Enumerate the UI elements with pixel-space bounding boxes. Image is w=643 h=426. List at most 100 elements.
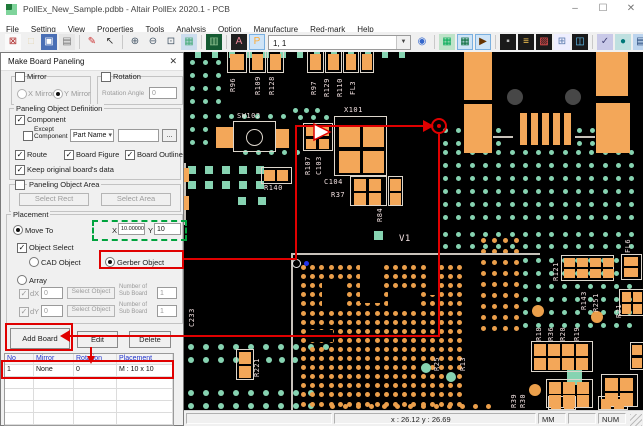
board-list-table[interactable]: NoMirrorRotationPlacement1None0M : 10 x … <box>4 353 174 426</box>
table-empty-row[interactable] <box>5 401 173 413</box>
keep-original-checkbox[interactable]: ✓ <box>15 165 25 175</box>
via-dot <box>603 202 608 207</box>
component-label: R25 <box>433 357 441 371</box>
board-view-icon[interactable]: ▦ <box>439 34 455 50</box>
dx-field[interactable]: 0 <box>41 287 63 299</box>
pcb-pad <box>576 344 588 356</box>
dialog-title-bar[interactable]: Make Board Paneling ✕ <box>1 53 183 71</box>
dy-subboard-field[interactable]: 1 <box>157 305 177 317</box>
rotation-angle-field[interactable]: 0 <box>149 87 177 99</box>
chevron-down-icon[interactable]: ▼ <box>396 36 410 49</box>
component-label: R129 <box>323 78 331 97</box>
select-cursor-icon[interactable]: ↖ <box>102 34 118 50</box>
pcb-pad <box>354 193 366 205</box>
cad-object-radio[interactable] <box>29 257 39 267</box>
table-empty-row[interactable] <box>5 389 173 401</box>
bga-ball <box>365 365 370 370</box>
exit-icon[interactable]: ⊠ <box>5 34 21 50</box>
pad-view-icon[interactable]: ◫ <box>572 34 588 50</box>
dy-field[interactable]: 0 <box>41 305 63 317</box>
delete-button[interactable]: Delete <box>129 331 171 348</box>
table-row[interactable]: 1None0M : 10 x 10 <box>5 365 173 377</box>
save-icon[interactable]: ▣ <box>41 34 57 50</box>
zoom-window-icon[interactable]: ⊡ <box>163 34 179 50</box>
add-board-button[interactable]: Add Board <box>10 328 70 349</box>
board-figure-checkbox[interactable]: ✓ <box>64 150 74 160</box>
component-label: R107 <box>304 156 312 175</box>
via-dot <box>205 166 213 174</box>
select-area-button[interactable]: Select Area <box>101 193 171 206</box>
pcb-view-icon[interactable]: P <box>249 34 265 50</box>
bga-ball <box>329 374 334 379</box>
maximize-button[interactable]: ☐ <box>590 0 616 19</box>
layer-select-combo[interactable]: 1, 1▼ <box>268 35 411 50</box>
pcb-pad <box>622 304 631 314</box>
bga-ball <box>375 347 380 352</box>
dx-checkbox[interactable]: ✓ <box>19 289 29 299</box>
check-drc-icon[interactable]: ✓ <box>597 34 613 50</box>
close-button[interactable]: ✕ <box>618 0 643 19</box>
zoom-in-icon[interactable]: ⊕ <box>127 34 143 50</box>
check-doc-icon[interactable]: ▤ <box>633 34 643 50</box>
minimize-button[interactable]: – <box>562 0 588 19</box>
dx-select-object-button[interactable]: Select Object <box>67 287 115 299</box>
x-mirror-radio[interactable] <box>17 89 27 99</box>
mirror-checkbox[interactable] <box>15 72 25 82</box>
layer-view-icon[interactable]: ≡ <box>518 34 534 50</box>
table-empty-row[interactable] <box>5 377 173 389</box>
dy-select-object-button[interactable]: Select Object <box>67 305 115 317</box>
array-radio[interactable] <box>17 275 27 285</box>
zoom-out-icon[interactable]: ⊖ <box>145 34 161 50</box>
dx-subboard-field[interactable]: 1 <box>157 287 177 299</box>
route-view-icon[interactable]: ▨ <box>536 34 552 50</box>
rotation-checkbox[interactable] <box>101 72 111 82</box>
bga-ball <box>338 347 343 352</box>
dialog-close-icon[interactable]: ✕ <box>169 56 177 67</box>
bga-ball <box>301 283 306 288</box>
pcb-pad <box>564 269 575 278</box>
route-checkbox[interactable]: ✓ <box>15 150 25 160</box>
bga-ball <box>421 404 426 409</box>
redmark-pen-icon[interactable]: ✎ <box>84 34 100 50</box>
open-folder-icon[interactable]: □ <box>23 34 39 50</box>
via-dot <box>443 232 448 237</box>
check-net-icon[interactable]: ● <box>615 34 631 50</box>
browse-button[interactable]: ... <box>162 129 177 142</box>
table-header: NoMirrorRotationPlacement <box>5 354 173 365</box>
y-mirror-radio[interactable] <box>53 89 63 99</box>
bga-ball <box>448 320 453 325</box>
bga-ball <box>448 347 453 352</box>
board-probe-icon[interactable]: ▶ <box>475 34 491 50</box>
net-view-icon[interactable]: ▪ <box>500 34 516 50</box>
except-component-checkbox[interactable] <box>23 131 33 141</box>
grid-table-icon[interactable]: ⊞ <box>554 34 570 50</box>
pcb-pad <box>590 269 601 278</box>
part-name-dropdown[interactable]: Part Name▾ <box>70 129 114 142</box>
edit-button[interactable]: Edit <box>77 331 118 348</box>
bga-ball <box>319 374 324 379</box>
table-empty-row[interactable] <box>5 413 173 425</box>
print-icon[interactable]: ▤ <box>59 34 75 50</box>
pcb-analysis-icon[interactable]: A <box>231 34 247 50</box>
fit-view-icon[interactable]: ▦ <box>181 34 197 50</box>
except-component-field[interactable] <box>118 129 159 142</box>
via-dot <box>190 140 195 145</box>
component-checkbox[interactable]: ✓ <box>15 115 25 125</box>
pcb-pad <box>633 304 642 314</box>
silkscreen-line <box>291 253 293 410</box>
via-dot <box>293 390 299 396</box>
gerber-object-radio[interactable] <box>105 257 115 267</box>
board-top-icon[interactable]: ▦ <box>457 34 473 50</box>
via-dot <box>523 284 528 289</box>
dy-checkbox[interactable]: ✓ <box>19 307 29 317</box>
select-rect-button[interactable]: Select Rect <box>19 193 89 206</box>
resize-grip[interactable] <box>630 414 642 426</box>
via-dot <box>603 244 608 249</box>
layer-stack-icon[interactable]: ▥ <box>206 34 222 50</box>
paneling-object-area-checkbox[interactable] <box>15 180 25 190</box>
view-options-icon[interactable]: ◉ <box>414 34 430 50</box>
move-to-radio[interactable] <box>13 225 23 235</box>
board-outline-checkbox[interactable]: ✓ <box>125 150 135 160</box>
pcb-dark-patch <box>430 265 440 295</box>
object-select-checkbox[interactable]: ✓ <box>17 243 27 253</box>
